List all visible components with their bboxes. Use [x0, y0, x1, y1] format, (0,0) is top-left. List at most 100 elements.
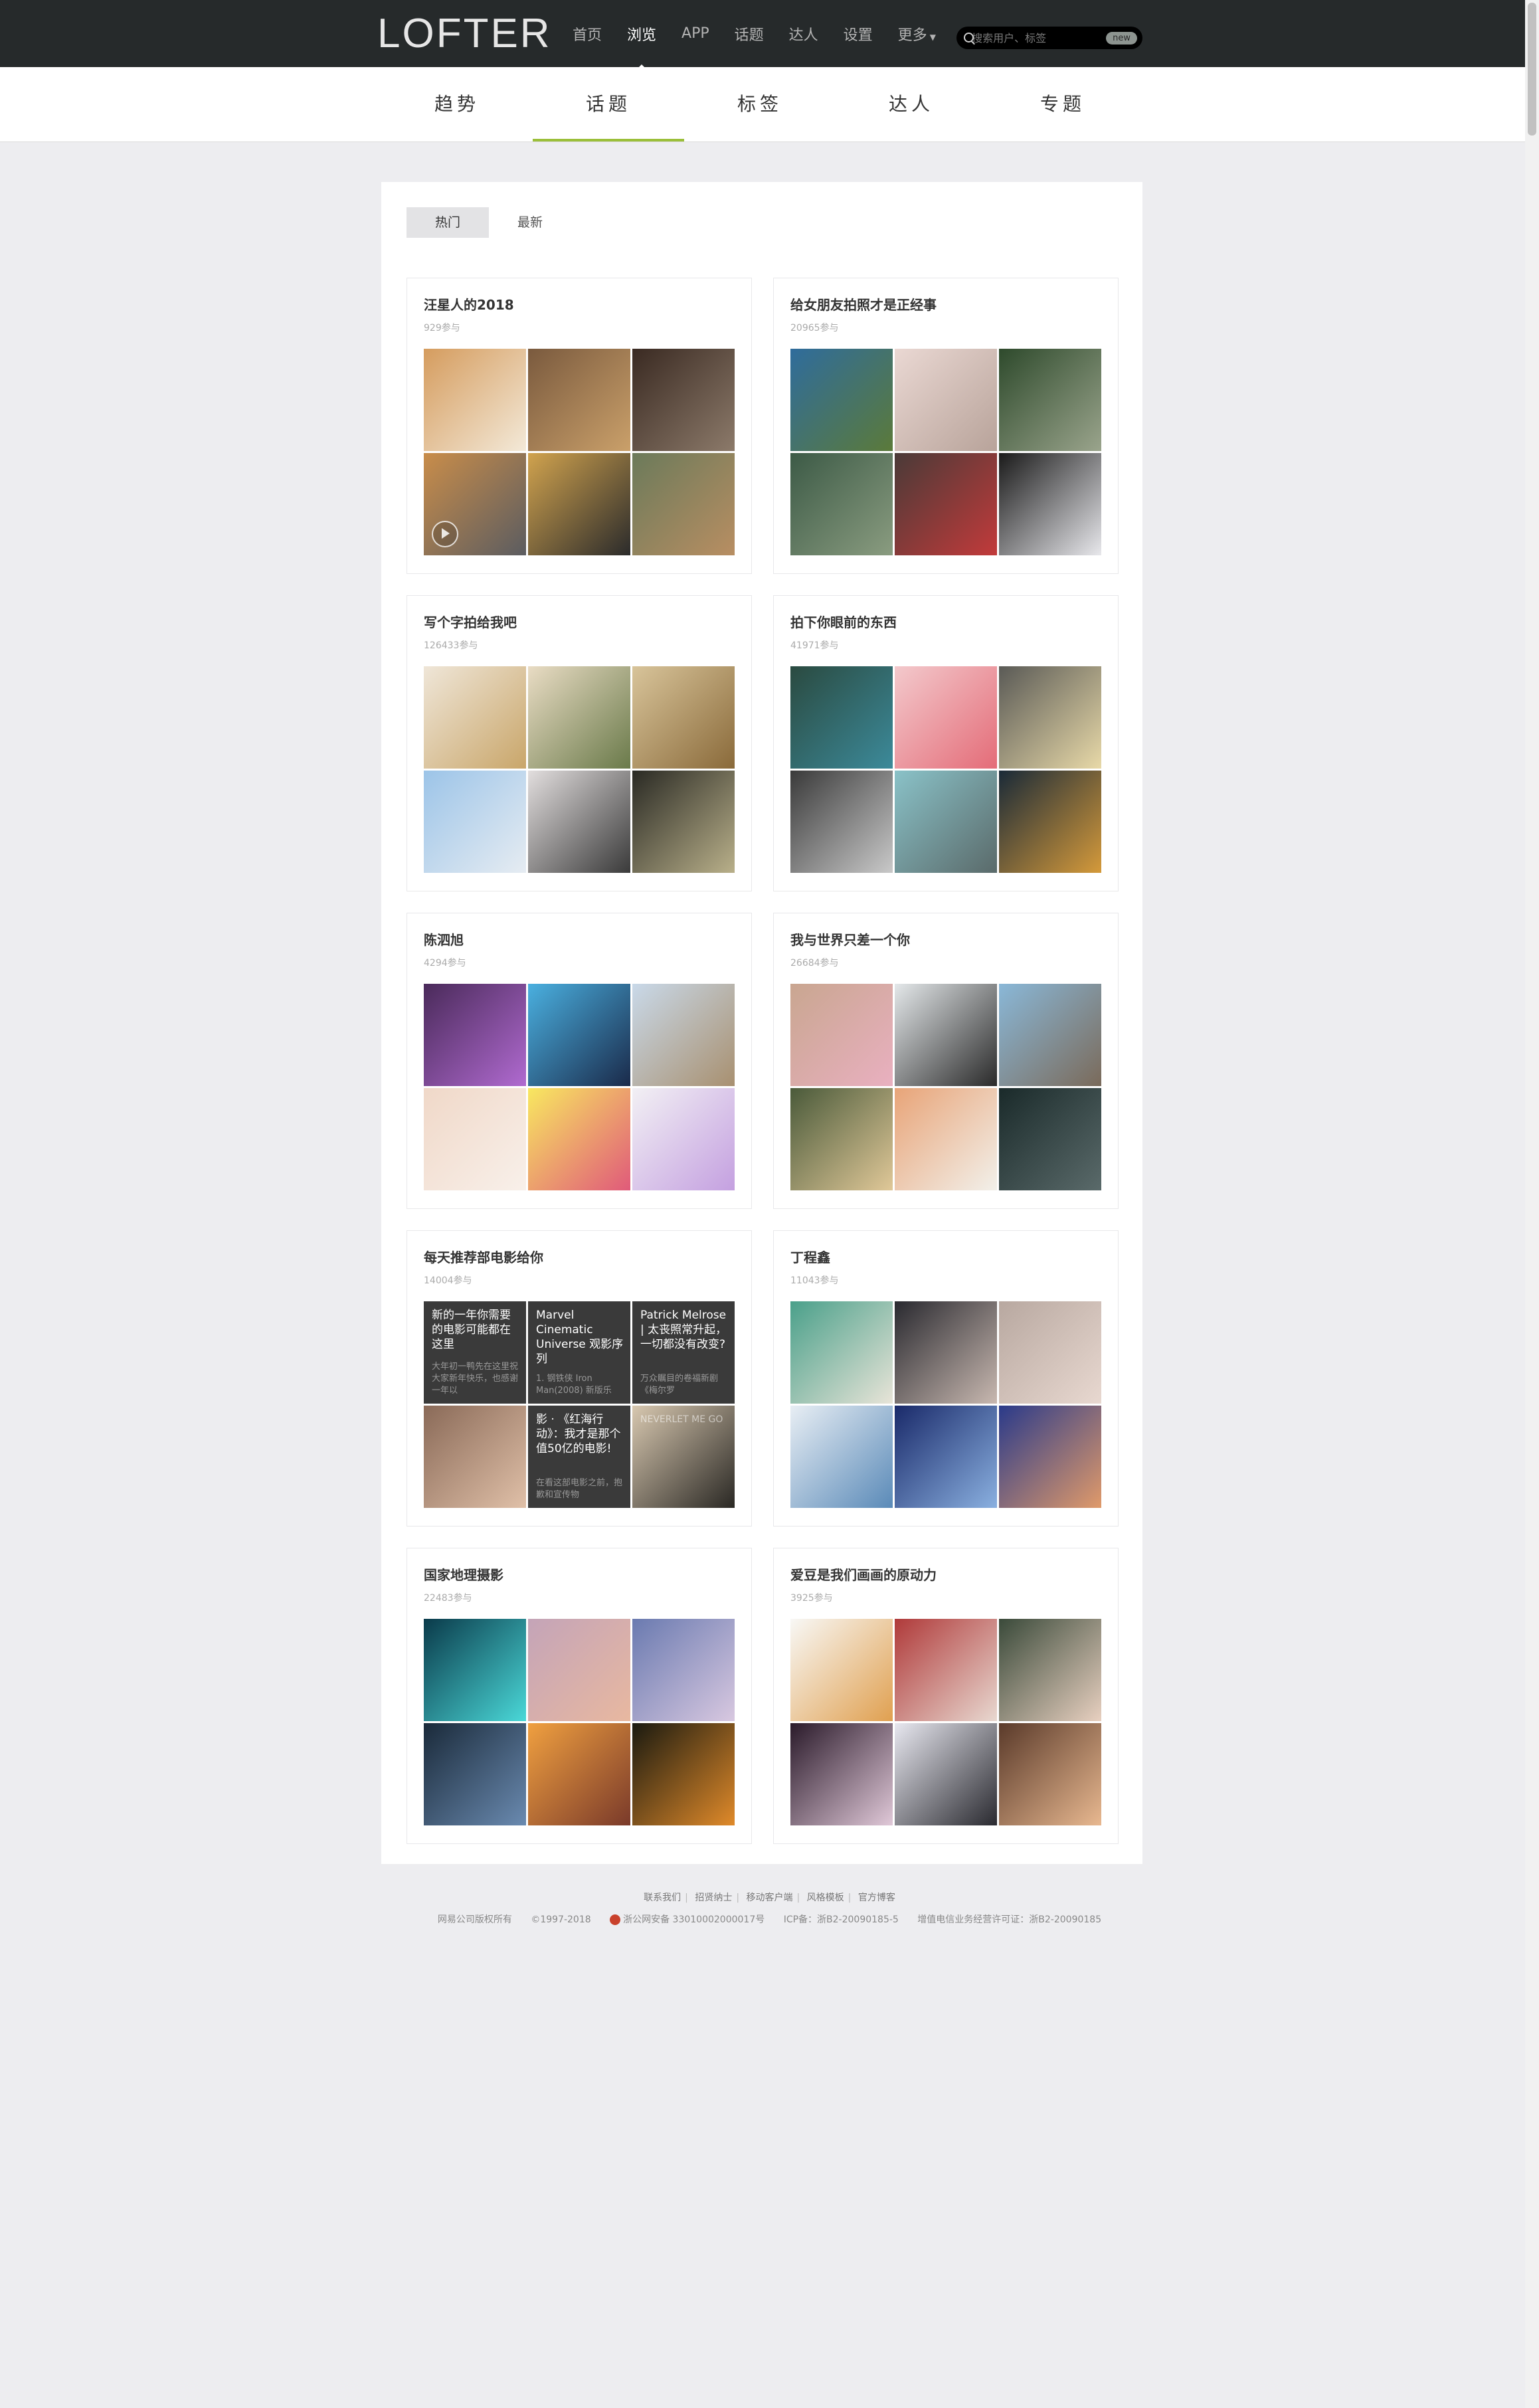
footer-link-mobile[interactable]: 移动客户端: [747, 1893, 793, 1903]
footer-license[interactable]: 增值电信业务经营许可证：浙B2-20090185: [917, 1914, 1101, 1925]
topic-image[interactable]: [895, 453, 997, 555]
topic-image[interactable]: [895, 984, 997, 1086]
topic-image[interactable]: [790, 453, 893, 555]
topic-image[interactable]: [528, 771, 630, 873]
topic-image[interactable]: [528, 453, 630, 555]
scrollbar-thumb[interactable]: [1528, 3, 1536, 136]
nav-settings[interactable]: 设置: [844, 23, 873, 45]
topic-image[interactable]: [790, 1088, 893, 1190]
topic-image[interactable]: [999, 1301, 1101, 1404]
nav-app[interactable]: APP: [681, 25, 709, 42]
play-icon[interactable]: [432, 521, 458, 547]
topic-image[interactable]: [424, 771, 526, 873]
topic-image[interactable]: [790, 771, 893, 873]
topic-image[interactable]: [895, 349, 997, 451]
footer-link-themes[interactable]: 风格模板: [807, 1893, 844, 1903]
topic-title[interactable]: 写个字拍给我吧: [424, 612, 517, 631]
topic-image[interactable]: [528, 984, 630, 1086]
topic-image[interactable]: Marvel Cinematic Universe 观影序列 1. 钢铁侠 Iro…: [528, 1301, 630, 1404]
topic-image[interactable]: [999, 984, 1101, 1086]
topic-image[interactable]: [895, 771, 997, 873]
topic-image[interactable]: [528, 1088, 630, 1190]
topic-image[interactable]: [790, 1723, 893, 1825]
footer-police[interactable]: 浙公网安备 33010002000017号: [610, 1914, 765, 1925]
topic-title[interactable]: 陈泗旭: [424, 929, 464, 949]
topic-image[interactable]: [424, 1619, 526, 1721]
topic-image[interactable]: [424, 1088, 526, 1190]
topic-image[interactable]: [528, 1619, 630, 1721]
topic-image[interactable]: 影 · 《红海行动》：我才是那个值50亿的电影! 在看这部电影之前，抱歉和宣传物: [528, 1406, 630, 1508]
tab-topics[interactable]: 话题: [533, 67, 684, 141]
topic-card[interactable]: 每天推荐部电影给你 14004参与 新的一年你需要的电影可能都在这里 大年初一鸭先在这…: [407, 1230, 752, 1527]
nav-more[interactable]: 更多 ▼: [898, 23, 936, 45]
topic-image[interactable]: [790, 984, 893, 1086]
topic-image[interactable]: [424, 1723, 526, 1825]
topic-title[interactable]: 每天推荐部电影给你: [424, 1247, 543, 1266]
topic-image[interactable]: [790, 1301, 893, 1404]
topic-image[interactable]: [790, 1619, 893, 1721]
topic-image[interactable]: [999, 771, 1101, 873]
topic-image[interactable]: [424, 1406, 526, 1508]
topic-image[interactable]: [424, 349, 526, 451]
filter-hot[interactable]: 热门: [407, 207, 489, 238]
topic-image[interactable]: [632, 349, 735, 451]
topic-image[interactable]: [999, 1619, 1101, 1721]
nav-topics[interactable]: 话题: [735, 23, 764, 45]
search-icon[interactable]: [962, 31, 974, 45]
footer-link-blog[interactable]: 官方博客: [858, 1893, 895, 1903]
topic-card[interactable]: 爱豆是我们画画的原动力 3925参与: [773, 1548, 1119, 1844]
lofter-logo[interactable]: LOFTER: [377, 12, 552, 56]
scrollbar[interactable]: [1525, 0, 1539, 2408]
topic-image[interactable]: [895, 666, 997, 769]
topic-image[interactable]: [790, 1406, 893, 1508]
footer-link-jobs[interactable]: 招贤纳士: [695, 1893, 732, 1903]
topic-image[interactable]: [632, 453, 735, 555]
topic-image[interactable]: [999, 666, 1101, 769]
topic-image[interactable]: [999, 1088, 1101, 1190]
topic-title[interactable]: 丁程鑫: [790, 1247, 830, 1266]
topic-title[interactable]: 爱豆是我们画画的原动力: [790, 1564, 937, 1584]
topic-title[interactable]: 给女朋友拍照才是正经事: [790, 294, 937, 314]
topic-image[interactable]: [632, 1723, 735, 1825]
topic-card[interactable]: 我与世界只差一个你 26684参与: [773, 913, 1119, 1209]
topic-image[interactable]: [528, 349, 630, 451]
topic-image[interactable]: [528, 666, 630, 769]
nav-experts[interactable]: 达人: [789, 23, 818, 45]
tab-trends[interactable]: 趋势: [381, 67, 533, 141]
topic-card[interactable]: 国家地理摄影 22483参与: [407, 1548, 752, 1844]
topic-image[interactable]: [528, 1723, 630, 1825]
topic-image[interactable]: 新的一年你需要的电影可能都在这里 大年初一鸭先在这里祝大家新年快乐，也感谢一年以: [424, 1301, 526, 1404]
topic-image[interactable]: [895, 1619, 997, 1721]
topic-image[interactable]: [424, 666, 526, 769]
topic-image[interactable]: [790, 666, 893, 769]
topic-title[interactable]: 汪星人的2018: [424, 294, 514, 314]
topic-image[interactable]: [999, 453, 1101, 555]
topic-image[interactable]: [895, 1301, 997, 1404]
topic-image[interactable]: [424, 453, 526, 555]
footer-icp[interactable]: ICP备：浙B2-20090185-5: [784, 1914, 899, 1925]
topic-image[interactable]: [424, 984, 526, 1086]
topic-image[interactable]: NEVERLET ME GO: [632, 1406, 735, 1508]
topic-image[interactable]: [999, 349, 1101, 451]
tab-experts[interactable]: 达人: [836, 67, 987, 141]
tab-specials[interactable]: 专题: [987, 67, 1138, 141]
topic-card[interactable]: 拍下你眼前的东西 41971参与: [773, 595, 1119, 891]
topic-image[interactable]: [895, 1723, 997, 1825]
topic-title[interactable]: 拍下你眼前的东西: [790, 612, 897, 631]
topic-image[interactable]: [895, 1088, 997, 1190]
topic-image[interactable]: [999, 1723, 1101, 1825]
tab-tags[interactable]: 标签: [684, 67, 836, 141]
topic-image[interactable]: [999, 1406, 1101, 1508]
nav-browse[interactable]: 浏览: [627, 23, 656, 70]
topic-image[interactable]: [895, 1406, 997, 1508]
topic-image[interactable]: [632, 666, 735, 769]
topic-title[interactable]: 国家地理摄影: [424, 1564, 503, 1584]
footer-link-contact[interactable]: 联系我们: [644, 1893, 681, 1903]
topic-image[interactable]: Patrick Melrose | 太丧照常升起，一切都没有改变? 万众瞩目的卷福…: [632, 1301, 735, 1404]
topic-card[interactable]: 汪星人的2018 929参与: [407, 278, 752, 574]
topic-card[interactable]: 写个字拍给我吧 126433参与: [407, 595, 752, 891]
topic-title[interactable]: 我与世界只差一个你: [790, 929, 910, 949]
topic-card[interactable]: 丁程鑫 11043参与: [773, 1230, 1119, 1527]
topic-image[interactable]: [632, 1619, 735, 1721]
nav-home[interactable]: 首页: [573, 23, 602, 45]
